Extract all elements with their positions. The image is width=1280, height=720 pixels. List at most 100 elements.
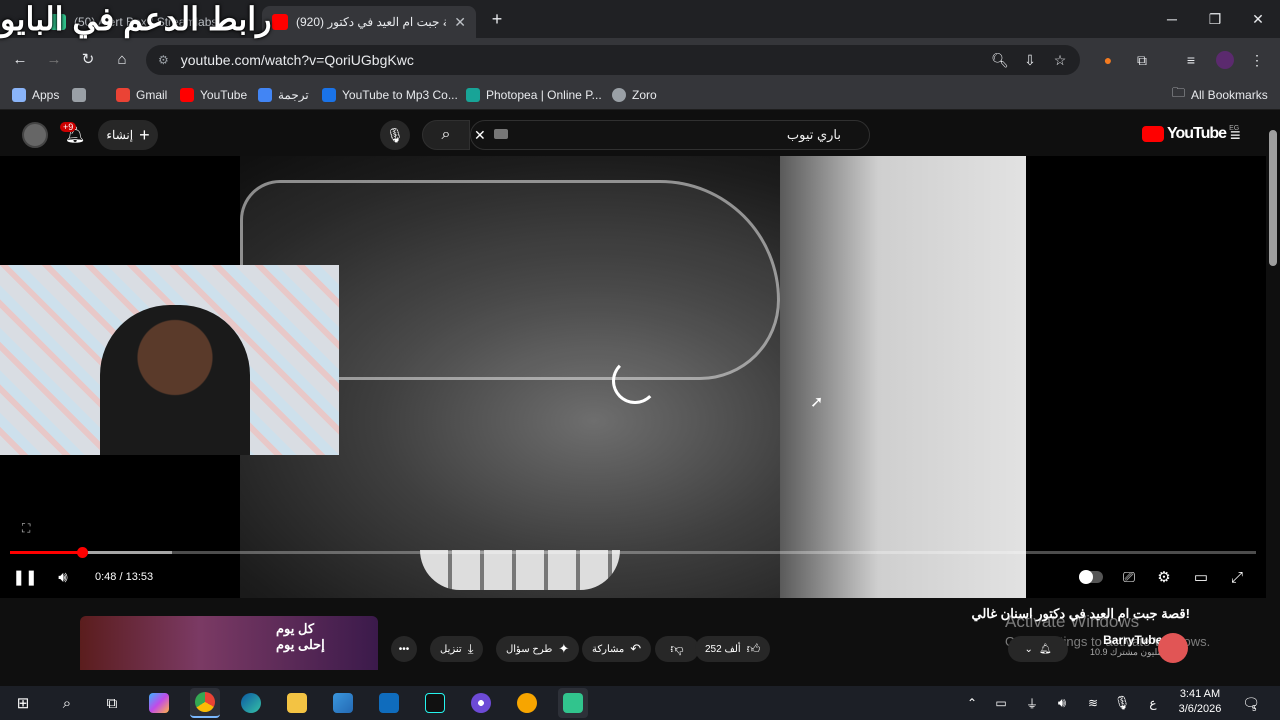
chrome-menu-icon[interactable]: ⋮ <box>1246 45 1268 75</box>
minimize-button[interactable]: ─ <box>1150 0 1194 38</box>
bookmark-yt-mp3[interactable]: YouTube to Mp3 Co... <box>322 81 458 109</box>
all-bookmarks-folder[interactable]: 🗀 All Bookmarks <box>1172 81 1268 109</box>
ask-button[interactable]: طرح سؤال ✦ <box>496 636 580 662</box>
keyboard-icon[interactable] <box>494 129 508 139</box>
fullscreen-icon[interactable]: ⤢ <box>1226 566 1248 588</box>
file-explorer-icon[interactable] <box>282 688 312 718</box>
bookmark-youtube[interactable]: YouTube <box>180 81 247 109</box>
create-button[interactable]: إنشاء + <box>98 120 158 150</box>
windows-start-icon[interactable]: ⊞ <box>8 688 38 718</box>
autoplay-off-icon[interactable]: ⛶ <box>22 521 30 536</box>
stream-overlay-text: رابط الدعم في البايو <box>0 1 272 37</box>
sparkle-icon: ✦ <box>558 641 570 656</box>
bookmark-apps[interactable]: Apps <box>12 81 59 109</box>
wifi-icon[interactable]: ≋ <box>1078 688 1108 718</box>
thumbs-down-icon: 👎︎ <box>670 641 684 656</box>
bookmark-star-icon[interactable]: ☆ <box>1049 45 1071 75</box>
clock-time: 3:41 AM <box>1179 688 1221 700</box>
copilot-icon[interactable] <box>144 688 174 718</box>
profile-avatar-icon[interactable] <box>1214 45 1236 75</box>
channel-avatar[interactable] <box>1158 633 1188 663</box>
bookmark-gmail[interactable]: Gmail <box>116 81 167 109</box>
bookmark-photopea[interactable]: Photopea | Online P... <box>466 81 602 109</box>
back-arrow-icon[interactable]: ← <box>9 48 31 70</box>
reload-icon[interactable]: ↻ <box>77 48 99 70</box>
translate-icon <box>258 88 272 102</box>
streamlabs-taskbar-icon[interactable] <box>558 688 588 718</box>
bookmark-grid[interactable] <box>72 81 86 109</box>
install-app-icon[interactable]: ⇩ <box>1019 45 1041 75</box>
download-label: تنزيل <box>440 643 462 655</box>
extension-orange-icon[interactable]: ● <box>1097 45 1119 75</box>
youtube-icon <box>180 88 194 102</box>
pause-icon[interactable]: ❚❚ <box>12 566 37 588</box>
account-avatar[interactable] <box>22 122 48 148</box>
address-bar[interactable]: ⚙ youtube.com/watch?v=QoriUGbgKwc <box>146 45 1080 75</box>
share-button[interactable]: مشاركة ↶ <box>582 636 652 662</box>
store-icon[interactable] <box>328 688 358 718</box>
share-label: مشاركة <box>592 643 625 655</box>
mail-icon[interactable] <box>374 688 404 718</box>
progress-bar[interactable] <box>10 547 1256 558</box>
home-icon[interactable]: ⌂ <box>111 48 133 70</box>
media-controls-icon[interactable]: ≡ <box>1180 45 1202 75</box>
battery-icon[interactable]: ▭ <box>986 688 1016 718</box>
loading-spinner-icon <box>612 358 658 404</box>
subscribed-button[interactable]: ⌄ 🔔︎ <box>1008 636 1068 662</box>
channel-info[interactable]: BarryTube 10.9 مليون مشترك <box>1090 633 1162 658</box>
dislike-button[interactable]: 👎︎ <box>655 636 699 662</box>
voice-search-mic-icon[interactable]: 🎙︎ <box>380 120 410 150</box>
volume-icon[interactable]: 🔊︎ <box>52 566 74 588</box>
settings-gear-icon[interactable]: ⚙ <box>1153 566 1175 588</box>
scrollbar-thumb[interactable] <box>1269 130 1277 266</box>
search-input[interactable]: باري تيوب <box>470 120 870 150</box>
edge-icon[interactable] <box>236 688 266 718</box>
bookmark-zoro[interactable]: Zoro <box>612 81 657 109</box>
site-info-icon[interactable]: ⚙ <box>158 53 169 67</box>
youtube-logo[interactable]: YouTube EG <box>1142 125 1239 143</box>
bookmark-label: ترجمة <box>278 88 309 102</box>
forward-arrow-icon[interactable]: → <box>43 48 65 70</box>
plus-icon: + <box>139 124 150 145</box>
maximize-button[interactable]: ❐ <box>1193 0 1237 38</box>
download-icon: ⤓ <box>467 641 474 656</box>
extensions-puzzle-icon[interactable]: ⧉ <box>1131 45 1153 75</box>
notification-count: 5 <box>1252 704 1257 713</box>
time-display: 0:48 / 13:53 <box>95 571 154 583</box>
bookmark-translate[interactable]: ترجمة <box>258 81 309 109</box>
hamburger-menu-icon[interactable]: ≡ <box>1230 124 1250 146</box>
notification-center-icon[interactable]: 🗨︎ <box>1236 688 1266 718</box>
clock-date: 3/6/2026 <box>1178 703 1222 715</box>
clear-search-icon[interactable]: ✕ <box>474 126 490 144</box>
tiktok-icon[interactable] <box>420 688 450 718</box>
obs-icon[interactable] <box>466 688 496 718</box>
download-button[interactable]: تنزيل ⤓ <box>430 636 484 662</box>
usb-icon[interactable]: ⏚ <box>1017 688 1047 718</box>
yt-mp3-icon <box>322 88 336 102</box>
close-tab-icon[interactable]: ✕ <box>454 14 466 31</box>
taskbar-clock[interactable]: 3:41 AM 3/6/2026 <box>1170 687 1230 717</box>
chevron-down-icon: ⌄ <box>1024 643 1033 655</box>
speaker-icon[interactable]: 🔊︎ <box>1047 688 1077 718</box>
close-window-button[interactable]: ✕ <box>1236 0 1280 38</box>
theater-mode-icon[interactable]: ▭ <box>1190 566 1212 588</box>
zoom-icon[interactable]: 🔍︎ <box>989 45 1011 75</box>
url-text: youtube.com/watch?v=QoriUGbgKwc <box>180 52 414 68</box>
show-hidden-icons-icon[interactable]: ⌃ <box>957 688 987 718</box>
bookmark-label: All Bookmarks <box>1191 88 1268 102</box>
input-language[interactable]: ع <box>1138 688 1168 718</box>
new-tab-button[interactable]: + <box>486 8 508 30</box>
chrome-taskbar-icon[interactable] <box>190 688 220 718</box>
taskbar-search-icon[interactable]: ⌕ <box>52 688 82 718</box>
zoro-icon <box>612 88 626 102</box>
brave-icon[interactable] <box>512 688 542 718</box>
task-view-icon[interactable]: ⧉ <box>97 688 127 718</box>
ad-banner[interactable]: كل يوم إحلى يوم <box>80 616 378 670</box>
like-button[interactable]: 252 ألف 👍︎ <box>695 636 771 662</box>
more-actions-button[interactable]: ••• <box>391 636 417 662</box>
subtitles-icon[interactable]: ⎚ <box>1118 566 1140 588</box>
autoplay-toggle[interactable] <box>1078 566 1104 588</box>
microphone-icon[interactable]: 🎙︎ <box>1107 688 1137 718</box>
tab-youtube-video[interactable]: (920) قصة جبت ام العيد في دكتور ✕ <box>262 6 476 38</box>
search-icon[interactable]: ⌕ <box>422 120 470 150</box>
